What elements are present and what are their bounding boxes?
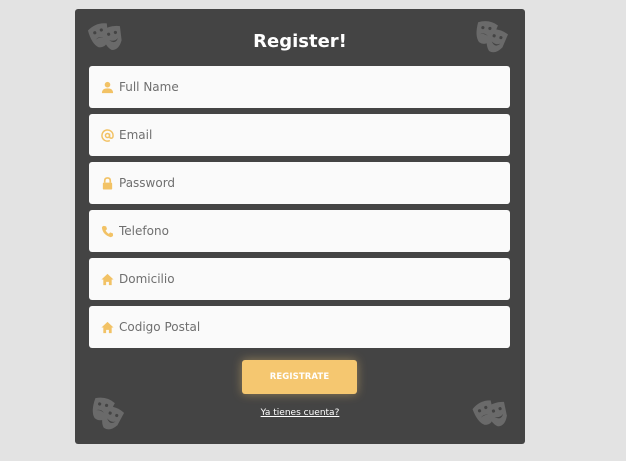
register-card: Register! Full Name Email Telefono Domic…	[75, 9, 525, 444]
login-link[interactable]: Ya tienes cuenta?	[75, 408, 525, 418]
home-icon	[100, 272, 114, 286]
home-icon	[100, 320, 114, 334]
password-field[interactable]	[89, 162, 510, 204]
full-name-field[interactable]	[89, 66, 510, 108]
domicilio-input[interactable]	[119, 272, 499, 286]
form-title: Register!	[253, 31, 347, 52]
codigo-postal-field[interactable]	[89, 306, 510, 348]
password-input[interactable]	[119, 176, 499, 190]
phone-icon	[100, 224, 114, 238]
telefono-field[interactable]	[89, 210, 510, 252]
at-icon	[100, 128, 114, 142]
domicilio-field[interactable]	[89, 258, 510, 300]
lock-icon	[100, 176, 114, 190]
codigo-postal-input[interactable]	[119, 320, 499, 334]
user-icon	[100, 80, 114, 94]
register-button[interactable]: REGISTRATE	[242, 360, 357, 394]
full-name-input[interactable]	[119, 80, 499, 94]
email-field[interactable]	[89, 114, 510, 156]
telefono-input[interactable]	[119, 224, 499, 238]
email-input[interactable]	[119, 128, 499, 142]
